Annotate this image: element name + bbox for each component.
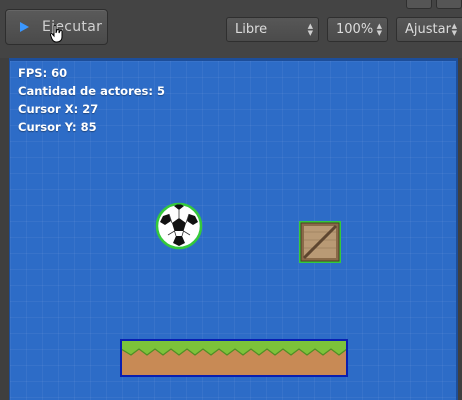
soccer-ball-actor[interactable] <box>155 202 203 250</box>
fit-select-value: Ajustar <box>405 22 451 37</box>
toolbar-mini-button-1[interactable] <box>406 0 432 9</box>
hand-cursor-icon <box>50 25 63 43</box>
zoom-select-value: 100% <box>336 22 374 37</box>
game-canvas[interactable]: FPS: 60 Cantidad de actores: 5 Cursor X:… <box>10 61 456 400</box>
wooden-crate-actor[interactable] <box>298 220 342 264</box>
toolbar-mini-button-2[interactable] <box>436 0 462 9</box>
mode-select[interactable]: Libre ▲ ▼ <box>226 17 319 42</box>
select-arrows-icon: ▲ ▼ <box>376 22 382 37</box>
cursor-x-stat: Cursor X: 27 <box>18 102 99 116</box>
mode-select-value: Libre <box>235 22 268 37</box>
select-arrows-icon: ▲ ▼ <box>307 22 313 37</box>
cursor-y-stat: Cursor Y: 85 <box>18 120 97 134</box>
fps-stat: FPS: 60 <box>18 66 68 80</box>
select-arrows-icon: ▲ ▼ <box>451 22 457 37</box>
zoom-select[interactable]: 100% ▲ ▼ <box>327 17 388 42</box>
toolbar: Ejecutar Libre ▲ ▼ 100% ▲ ▼ Ajustar ▲ ▼ <box>0 0 462 58</box>
grass-platform-actor[interactable] <box>120 339 348 377</box>
play-icon <box>20 22 29 32</box>
actors-count-stat: Cantidad de actores: 5 <box>18 84 165 98</box>
fit-select[interactable]: Ajustar ▲ ▼ <box>396 17 462 42</box>
